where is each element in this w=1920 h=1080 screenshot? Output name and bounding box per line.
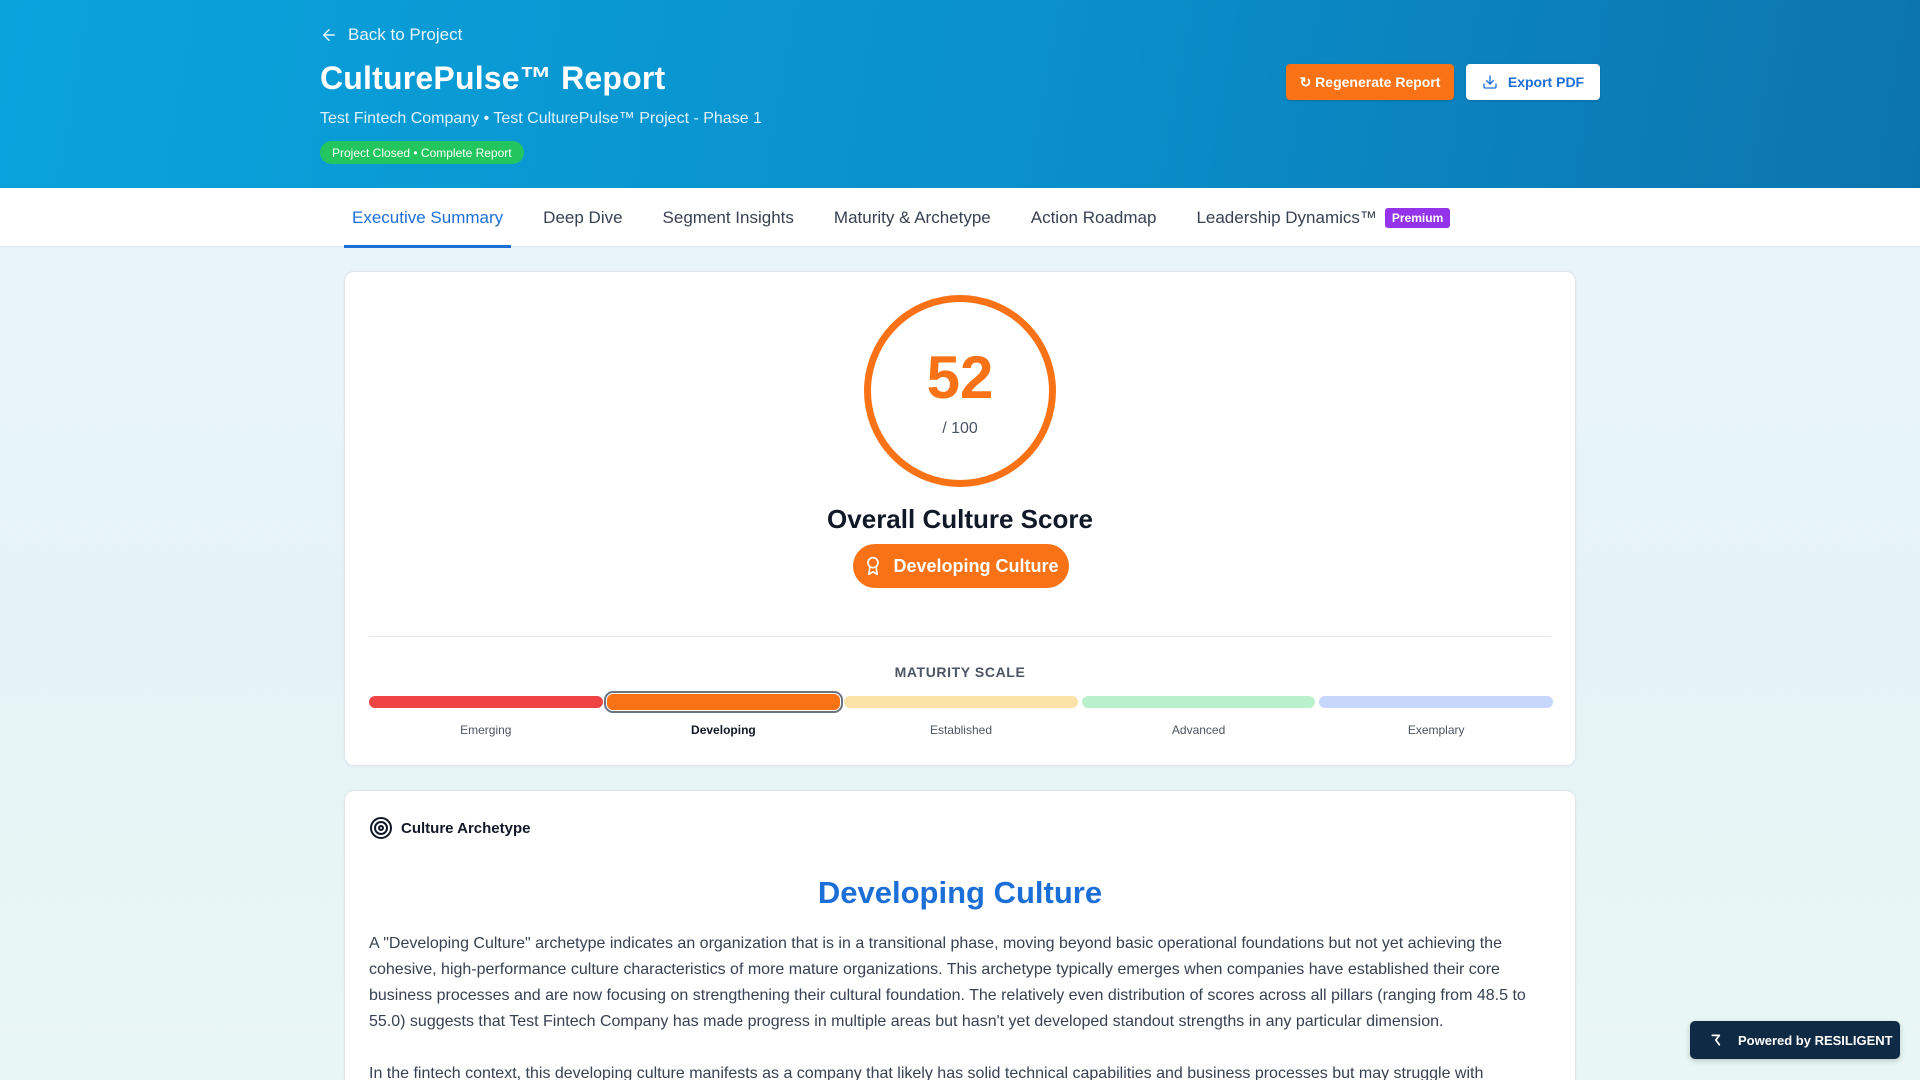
page-title: CulturePulse™ Report	[320, 60, 666, 96]
report-tabs: Executive Summary Deep Dive Segment Insi…	[344, 188, 1482, 248]
export-pdf-button[interactable]: Export PDF	[1466, 64, 1600, 100]
tab-maturity-archetype[interactable]: Maturity & Archetype	[826, 188, 999, 247]
culture-archetype-card: Culture Archetype Developing Culture A "…	[344, 790, 1576, 1080]
maturity-label-emerging: Emerging	[460, 723, 512, 737]
premium-badge: Premium	[1384, 207, 1451, 228]
report-tabs-bar: Executive Summary Deep Dive Segment Insi…	[0, 188, 1920, 248]
maturity-segment-exemplary	[1319, 696, 1553, 708]
score-label: Overall Culture Score	[827, 504, 1093, 534]
resiligent-logo-icon	[1711, 1034, 1721, 1046]
maturity-label-exemplary: Exemplary	[1407, 723, 1465, 737]
tab-leadership-dynamics[interactable]: Leadership Dynamics™ Premium	[1188, 188, 1458, 247]
overall-score-card: 52 / 100 Overall Culture Score Developin…	[344, 271, 1576, 766]
tab-label: Executive Summary	[352, 207, 504, 227]
maturity-segment-emerging	[369, 696, 603, 708]
tab-action-roadmap[interactable]: Action Roadmap	[1023, 188, 1165, 247]
archetype-title: Developing Culture	[817, 875, 1103, 910]
regenerate-label: ↻ Regenerate Report	[1299, 73, 1441, 90]
back-to-project-link[interactable]: Back to Project	[320, 25, 462, 45]
page-subtitle: Test Fintech Company • Test CulturePulse…	[320, 110, 762, 127]
report-header: Back to Project CulturePulse™ Report Tes…	[0, 0, 1920, 188]
tab-label: Leadership Dynamics™	[1196, 207, 1377, 227]
maturity-segment-established	[844, 696, 1078, 708]
export-label: Export PDF	[1507, 74, 1585, 90]
maturity-segment-advanced	[1081, 696, 1316, 708]
score-value: 52	[926, 344, 994, 411]
tab-deep-dive[interactable]: Deep Dive	[535, 188, 630, 247]
maturity-label-established: Established	[929, 723, 992, 737]
status-badge: Project Closed • Complete Report	[320, 141, 524, 164]
tab-label: Maturity & Archetype	[833, 207, 991, 227]
target-icon	[370, 817, 392, 839]
archetype-paragraph: A "Developing Culture" archetype indicat…	[369, 935, 1526, 1030]
maturity-label-advanced: Advanced	[1171, 723, 1226, 737]
maturity-scale-labels: Emerging Developing Established Advanced Exe…	[369, 723, 1553, 737]
score-max: / 100	[942, 420, 978, 437]
archetype-pill: Developing Culture	[853, 544, 1069, 588]
powered-by-badge[interactable]: Powered by RESILIGENT	[1690, 1021, 1900, 1059]
archetype-pill-label: Developing Culture	[893, 555, 1059, 576]
tab-segment-insights[interactable]: Segment Insights	[655, 188, 802, 247]
arrow-left-icon	[323, 29, 335, 41]
score-ring: 52 / 100	[864, 295, 1056, 487]
maturity-scale-bar	[369, 691, 1553, 713]
tab-label: Segment Insights	[662, 207, 794, 227]
culture-archetype-header: Culture Archetype	[369, 816, 530, 840]
back-link-label: Back to Project	[348, 25, 463, 44]
regenerate-report-button[interactable]: ↻ Regenerate Report	[1286, 64, 1454, 100]
award-icon	[867, 556, 880, 576]
maturity-scale-title: MATURITY SCALE	[894, 664, 1026, 680]
divider	[369, 636, 1551, 637]
powered-by-label: Powered by RESILIGENT	[1738, 1032, 1893, 1048]
tab-executive-summary[interactable]: Executive Summary	[344, 188, 512, 248]
tab-label: Deep Dive	[543, 207, 623, 227]
download-icon	[1483, 75, 1497, 89]
maturity-label-developing: Developing	[691, 723, 756, 737]
section-heading: Culture Archetype	[401, 819, 531, 837]
archetype-description: A "Developing Culture" archetype indicat…	[369, 931, 1535, 1080]
archetype-paragraph: In the fintech context, this developing …	[369, 1065, 1484, 1080]
tab-label: Action Roadmap	[1030, 207, 1157, 227]
maturity-segment-developing	[603, 691, 844, 713]
